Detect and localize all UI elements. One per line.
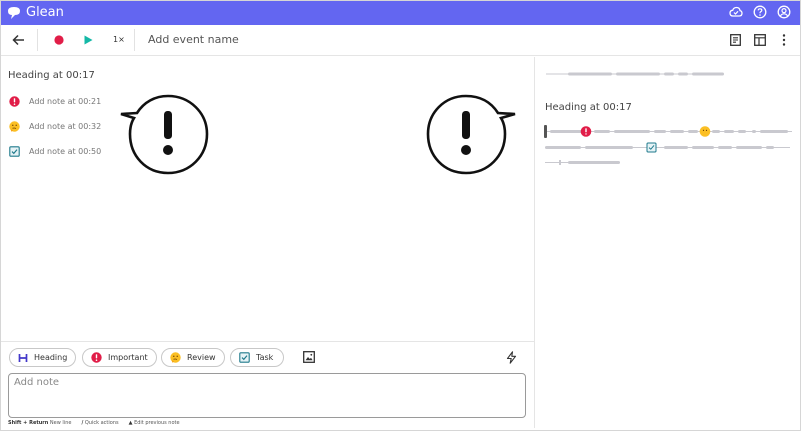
transcript-heading: Heading at 00:17 <box>545 102 632 113</box>
hint-new-line: Shift + Return New line <box>8 420 72 426</box>
review-chip[interactable]: Review <box>161 348 225 367</box>
important-icon <box>9 96 20 107</box>
thinking-face-icon <box>9 121 20 132</box>
chip-label: Task <box>256 353 274 362</box>
lightning-icon[interactable] <box>506 351 517 364</box>
toolbar-divider <box>134 29 135 51</box>
note-input[interactable] <box>8 373 526 418</box>
task-chip[interactable]: Task <box>230 348 284 367</box>
hint-edit-previous: ▲ Edit previous note <box>128 420 180 426</box>
task-checkbox-icon <box>9 146 20 157</box>
note-item-review[interactable]: Add note at 00:32 <box>9 121 101 132</box>
thinking-face-icon <box>170 352 181 363</box>
app-logo[interactable]: Glean <box>6 5 64 20</box>
heading-chip[interactable]: Heading <box>9 348 76 367</box>
heading-icon <box>18 352 28 363</box>
note-editor: Heading Important Review Task Shift + Re… <box>1 341 534 428</box>
hint-quick-actions: / Quick actions <box>81 420 119 426</box>
play-icon[interactable] <box>84 35 93 45</box>
chip-label: Important <box>108 353 148 362</box>
event-name-input[interactable] <box>148 33 548 46</box>
recording-toolbar: 1× <box>0 25 801 56</box>
task-checkbox-icon <box>239 352 250 363</box>
app-name: Glean <box>26 5 64 20</box>
glean-logo-icon <box>8 6 20 19</box>
task-marker-icon <box>646 142 657 153</box>
note-heading[interactable]: Heading at 00:17 <box>8 70 95 81</box>
chip-label: Review <box>187 353 216 362</box>
important-chip[interactable]: Important <box>82 348 157 367</box>
chip-label: Heading <box>34 353 68 362</box>
alert-speech-bubble-icon <box>120 94 209 175</box>
transcript-waveform[interactable] <box>544 124 794 168</box>
account-icon[interactable] <box>777 5 791 19</box>
transcript-top-line <box>546 72 724 76</box>
app-bar: Glean <box>0 0 801 25</box>
record-icon[interactable] <box>54 35 64 45</box>
note-label: Add note at 00:32 <box>29 122 102 131</box>
help-icon[interactable] <box>753 5 767 19</box>
notes-view-icon[interactable] <box>730 34 741 46</box>
pane-divider <box>534 57 535 428</box>
keyboard-hints: Shift + Return New line / Quick actions … <box>8 420 180 426</box>
image-icon[interactable] <box>303 351 315 363</box>
important-icon <box>91 352 102 363</box>
note-label: Add note at 00:50 <box>29 147 102 156</box>
note-item-important[interactable]: Add note at 00:21 <box>9 96 101 107</box>
toolbar-divider <box>37 29 38 51</box>
review-marker-icon <box>699 126 711 137</box>
alert-speech-bubble-icon <box>426 94 516 175</box>
playback-speed-button[interactable]: 1× <box>113 35 125 44</box>
note-label: Add note at 00:21 <box>29 97 102 106</box>
layout-icon[interactable] <box>754 34 766 46</box>
arrow-left-icon[interactable] <box>12 34 25 46</box>
note-item-task[interactable]: Add note at 00:50 <box>9 146 101 157</box>
more-vertical-icon[interactable] <box>782 34 786 46</box>
cloud-icon[interactable] <box>729 5 743 19</box>
